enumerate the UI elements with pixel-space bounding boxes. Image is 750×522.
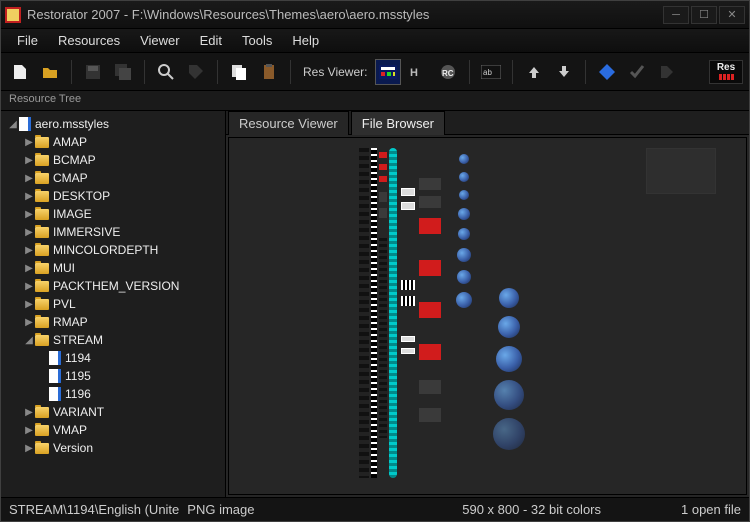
image-viewer[interactable] [228,137,747,495]
tree-item[interactable]: 1194 [7,349,223,367]
status-type: PNG image [187,502,254,517]
tree-folder[interactable]: ▶IMAGE [7,205,223,223]
tag-button[interactable] [183,59,209,85]
viewer-tabs: Resource Viewer File Browser [226,111,749,135]
svg-text:H: H [410,67,418,79]
close-button[interactable]: ✕ [719,6,745,24]
find-button[interactable] [153,59,179,85]
tree-folder[interactable]: ▶MUI [7,259,223,277]
svg-text:RC: RC [442,69,454,78]
res-viewer-label: Res Viewer: [303,65,367,79]
tree-header: Resource Tree [1,91,749,111]
svg-text:ab: ab [483,68,492,77]
tree-item[interactable]: 1196 [7,385,223,403]
viewer-default-button[interactable] [375,59,401,85]
menu-edit[interactable]: Edit [190,30,232,51]
tree-folder-stream[interactable]: ◢STREAM [7,331,223,349]
down-arrow-button[interactable] [551,59,577,85]
tree-root[interactable]: ◢aero.msstyles [7,115,223,133]
tree-folder[interactable]: ▶BCMAP [7,151,223,169]
tab-resource-viewer[interactable]: Resource Viewer [228,111,349,135]
viewer-text-button[interactable]: ab [478,59,504,85]
tree-folder[interactable]: ▶PACKTHEM_VERSION [7,277,223,295]
copy-button[interactable] [226,59,252,85]
minimize-button[interactable]: ─ [663,6,689,24]
tree-folder[interactable]: ▶DESKTOP [7,187,223,205]
status-open-files: 1 open file [681,502,741,517]
save-all-button[interactable] [110,59,136,85]
ghost-panel [646,148,716,194]
folder-icon [35,137,49,148]
save-button[interactable] [80,59,106,85]
tab-file-browser[interactable]: File Browser [351,111,445,135]
page-icon [49,351,61,365]
image-preview [359,148,579,478]
restorator-logo: Res [709,60,743,84]
tree-folder[interactable]: ▶AMAP [7,133,223,151]
tree-folder[interactable]: ▶VMAP [7,421,223,439]
open-button[interactable] [37,59,63,85]
menu-tools[interactable]: Tools [232,30,282,51]
up-arrow-button[interactable] [521,59,547,85]
app-icon [5,7,21,23]
resource-tree[interactable]: ◢aero.msstyles ▶AMAP ▶BCMAP ▶CMAP ▶DESKT… [1,111,226,497]
menu-file[interactable]: File [7,30,48,51]
window-title: Restorator 2007 - F:\Windows\Resources\T… [27,7,663,22]
tree-folder[interactable]: ▶MINCOLORDEPTH [7,241,223,259]
viewer-rc-button[interactable]: RC [435,59,461,85]
menu-resources[interactable]: Resources [48,30,130,51]
toolbar: Res Viewer: H RC ab Res [1,53,749,91]
tree-folder[interactable]: ▶Version [7,439,223,457]
tree-item[interactable]: 1195 [7,367,223,385]
check-button[interactable] [624,59,650,85]
viewer-hex-button[interactable]: H [405,59,431,85]
tree-folder[interactable]: ▶CMAP [7,169,223,187]
tree-folder[interactable]: ▶PVL [7,295,223,313]
tree-folder[interactable]: ▶IMMERSIVE [7,223,223,241]
status-path: STREAM\1194\English (Unite [9,502,179,517]
file-icon [19,117,31,131]
menubar: File Resources Viewer Edit Tools Help [1,29,749,53]
paste-button[interactable] [256,59,282,85]
menu-help[interactable]: Help [282,30,329,51]
tree-folder[interactable]: ▶RMAP [7,313,223,331]
nav-diamond-button[interactable] [594,59,620,85]
status-dimensions: 590 x 800 - 32 bit colors [462,502,601,517]
maximize-button[interactable]: ☐ [691,6,717,24]
status-bar: STREAM\1194\English (Unite PNG image 590… [1,497,749,521]
tree-folder[interactable]: ▶VARIANT [7,403,223,421]
menu-viewer[interactable]: Viewer [130,30,190,51]
new-file-button[interactable] [7,59,33,85]
undo-tag-button[interactable] [654,59,680,85]
titlebar: Restorator 2007 - F:\Windows\Resources\T… [1,1,749,29]
